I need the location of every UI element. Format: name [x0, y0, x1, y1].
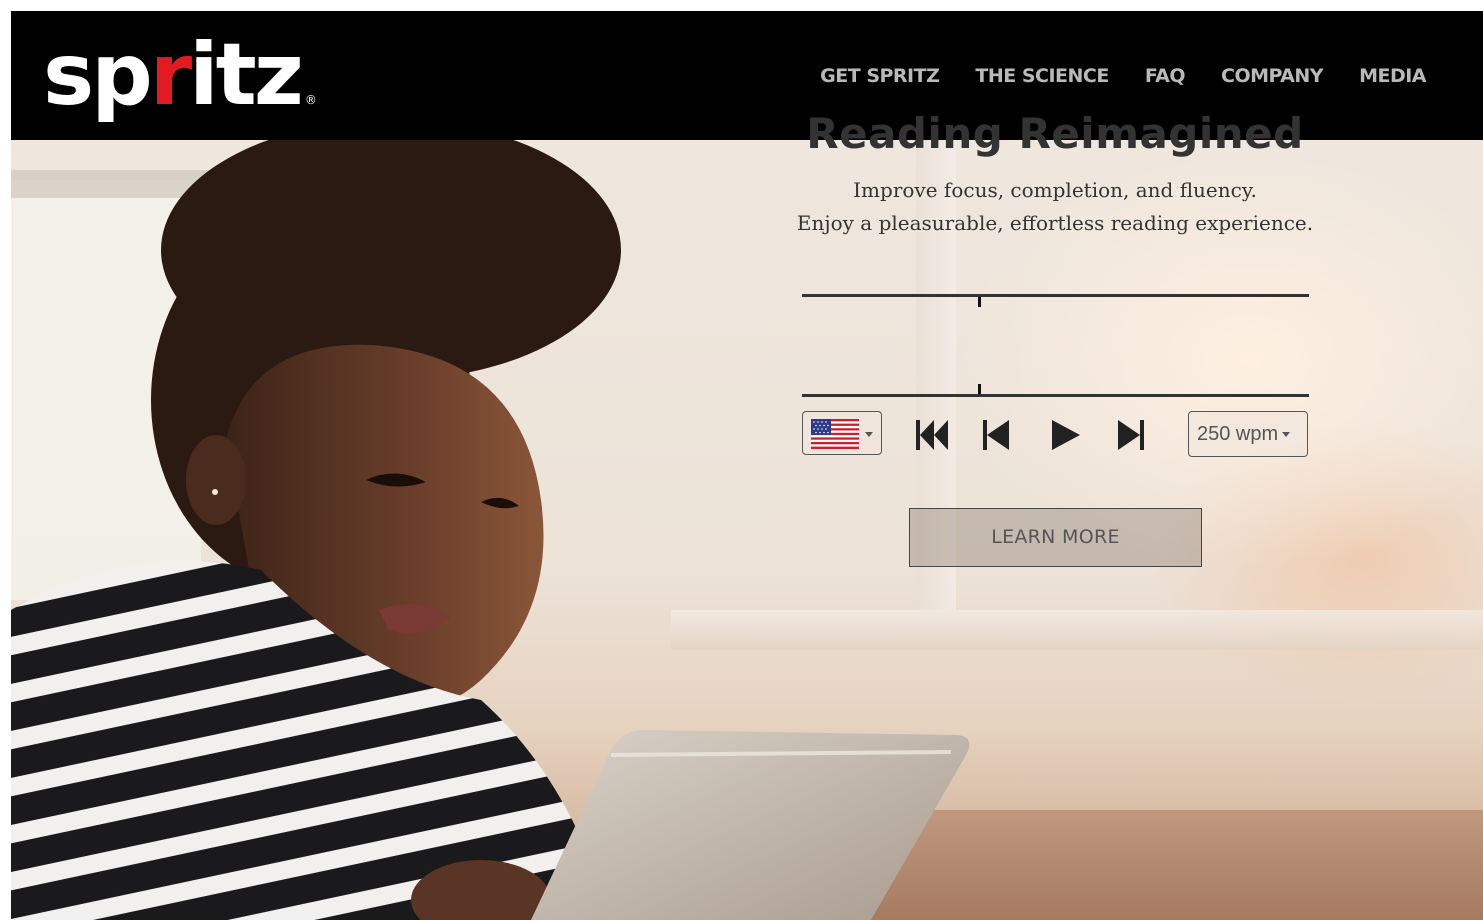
language-select-button[interactable]	[802, 411, 882, 455]
logo-text-accent: r	[149, 25, 192, 125]
hero-subtitle: Improve focus, completion, and fluency. …	[770, 174, 1340, 240]
spritz-reader-display	[802, 294, 1309, 398]
reader-top-line	[802, 294, 1309, 297]
nav-get-spritz[interactable]: GET SPRITZ	[820, 65, 940, 87]
play-icon[interactable]	[1044, 415, 1084, 455]
learn-more-button[interactable]: LEARN MORE	[909, 508, 1202, 567]
chevron-down-icon	[865, 432, 873, 437]
chevron-down-icon	[1282, 432, 1291, 438]
subtitle-line-2: Enjoy a pleasurable, effortless reading …	[796, 211, 1314, 235]
logo-text-end: itz	[189, 25, 304, 125]
nav-the-science[interactable]: THE SCIENCE	[975, 65, 1109, 87]
speed-value: 250 wpm	[1197, 423, 1279, 445]
nav-media[interactable]: MEDIA	[1359, 65, 1426, 87]
page: sp r itz ® GET SPRITZ THE SCIENCE FAQ COMPA…	[0, 0, 1483, 920]
reader-bottom-tick	[978, 384, 981, 394]
previous-icon[interactable]	[977, 415, 1017, 455]
girl-with-tablet-photo	[11, 140, 970, 920]
hero-title: Reading Reimagined	[806, 109, 1304, 158]
next-icon[interactable]	[1110, 415, 1150, 455]
speed-select-button[interactable]: 250 wpm	[1188, 411, 1308, 457]
hero-section	[11, 140, 1483, 920]
nav-faq[interactable]: FAQ	[1145, 65, 1186, 87]
reader-top-tick	[978, 297, 981, 307]
registered-mark: ®	[304, 93, 317, 107]
logo-text-start: sp	[43, 25, 153, 125]
reader-bottom-line	[802, 394, 1309, 397]
subtitle-line-1: Improve focus, completion, and fluency.	[853, 178, 1257, 202]
skip-to-start-icon[interactable]	[912, 415, 952, 455]
nav-company[interactable]: COMPANY	[1221, 65, 1324, 87]
spritz-logo[interactable]: sp r itz ®	[43, 25, 317, 125]
hero-content: Reading Reimagined Improve focus, comple…	[770, 110, 1340, 240]
us-flag-icon	[811, 419, 859, 449]
player-controls: 250 wpm	[802, 411, 1309, 458]
